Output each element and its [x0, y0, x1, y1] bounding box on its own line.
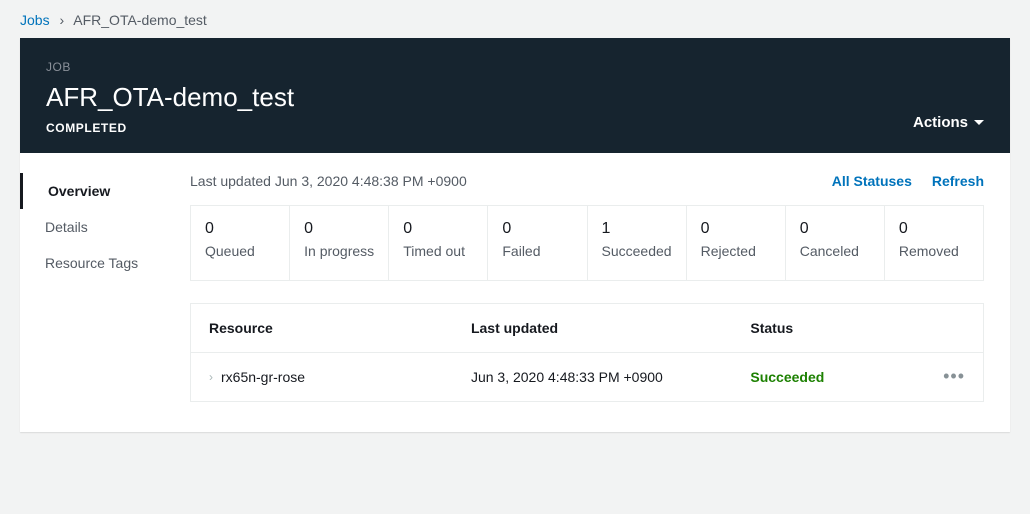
last-updated-value: Jun 3, 2020 4:48:38 PM +0900: [275, 173, 467, 189]
stats-grid: 0 Queued 0 In progress 0 Timed out 0 Fai…: [190, 205, 984, 281]
chevron-right-icon[interactable]: ›: [209, 370, 213, 384]
stat-label: In progress: [304, 242, 376, 260]
last-updated-prefix: Last updated: [190, 173, 275, 189]
page-title: AFR_OTA-demo_test: [46, 82, 984, 113]
stat-value: 0: [304, 220, 376, 238]
stat-label: Canceled: [800, 242, 872, 260]
job-header: JOB AFR_OTA-demo_test COMPLETED Actions: [20, 38, 1010, 153]
breadcrumb-separator: ›: [59, 12, 64, 28]
stat-succeeded: 1 Succeeded: [588, 206, 687, 280]
stat-removed: 0 Removed: [885, 206, 983, 280]
stat-value: 0: [403, 220, 475, 238]
actions-button[interactable]: Actions: [913, 114, 984, 131]
breadcrumb: Jobs › AFR_OTA-demo_test: [0, 0, 1030, 38]
stat-label: Timed out: [403, 242, 475, 260]
stat-value: 0: [800, 220, 872, 238]
breadcrumb-current: AFR_OTA-demo_test: [73, 12, 207, 28]
stat-value: 0: [899, 220, 971, 238]
stat-value: 0: [701, 220, 773, 238]
main-content: Last updated Jun 3, 2020 4:48:38 PM +090…: [180, 153, 1010, 432]
resources-table: Resource Last updated Status › rx65n-gr-…: [190, 303, 984, 402]
top-links: All Statuses Refresh: [832, 173, 984, 189]
job-panel: JOB AFR_OTA-demo_test COMPLETED Actions …: [20, 38, 1010, 432]
stat-canceled: 0 Canceled: [786, 206, 885, 280]
col-header-status: Status: [750, 320, 925, 336]
breadcrumb-root-link[interactable]: Jobs: [20, 12, 50, 28]
actions-button-label: Actions: [913, 114, 968, 131]
col-header-resource: Resource: [209, 320, 471, 336]
stat-queued: 0 Queued: [191, 206, 290, 280]
stat-label: Queued: [205, 242, 277, 260]
stat-value: 1: [602, 220, 674, 238]
stat-in-progress: 0 In progress: [290, 206, 389, 280]
row-status: Succeeded: [750, 369, 925, 385]
stat-timed-out: 0 Timed out: [389, 206, 488, 280]
resource-name[interactable]: rx65n-gr-rose: [221, 369, 305, 385]
row-last-updated: Jun 3, 2020 4:48:33 PM +0900: [471, 369, 750, 385]
sidenav-item-overview[interactable]: Overview: [20, 173, 180, 209]
job-header-label: JOB: [46, 60, 984, 74]
table-header: Resource Last updated Status: [191, 304, 983, 353]
sidenav-item-details[interactable]: Details: [23, 209, 180, 245]
last-updated-text: Last updated Jun 3, 2020 4:48:38 PM +090…: [190, 173, 467, 189]
stat-failed: 0 Failed: [488, 206, 587, 280]
refresh-link[interactable]: Refresh: [932, 173, 984, 189]
stat-label: Succeeded: [602, 242, 674, 260]
more-actions-icon[interactable]: •••: [943, 366, 965, 386]
stat-label: Failed: [502, 242, 574, 260]
sidenav-item-resource-tags[interactable]: Resource Tags: [23, 245, 180, 281]
caret-down-icon: [974, 120, 984, 125]
stat-label: Removed: [899, 242, 971, 260]
col-header-last-updated: Last updated: [471, 320, 750, 336]
stat-rejected: 0 Rejected: [687, 206, 786, 280]
table-row: › rx65n-gr-rose Jun 3, 2020 4:48:33 PM +…: [191, 353, 983, 401]
top-line: Last updated Jun 3, 2020 4:48:38 PM +090…: [190, 173, 984, 189]
side-nav: Overview Details Resource Tags: [20, 153, 180, 432]
stat-value: 0: [502, 220, 574, 238]
stat-value: 0: [205, 220, 277, 238]
job-status: COMPLETED: [46, 121, 984, 135]
all-statuses-link[interactable]: All Statuses: [832, 173, 912, 189]
stat-label: Rejected: [701, 242, 773, 260]
